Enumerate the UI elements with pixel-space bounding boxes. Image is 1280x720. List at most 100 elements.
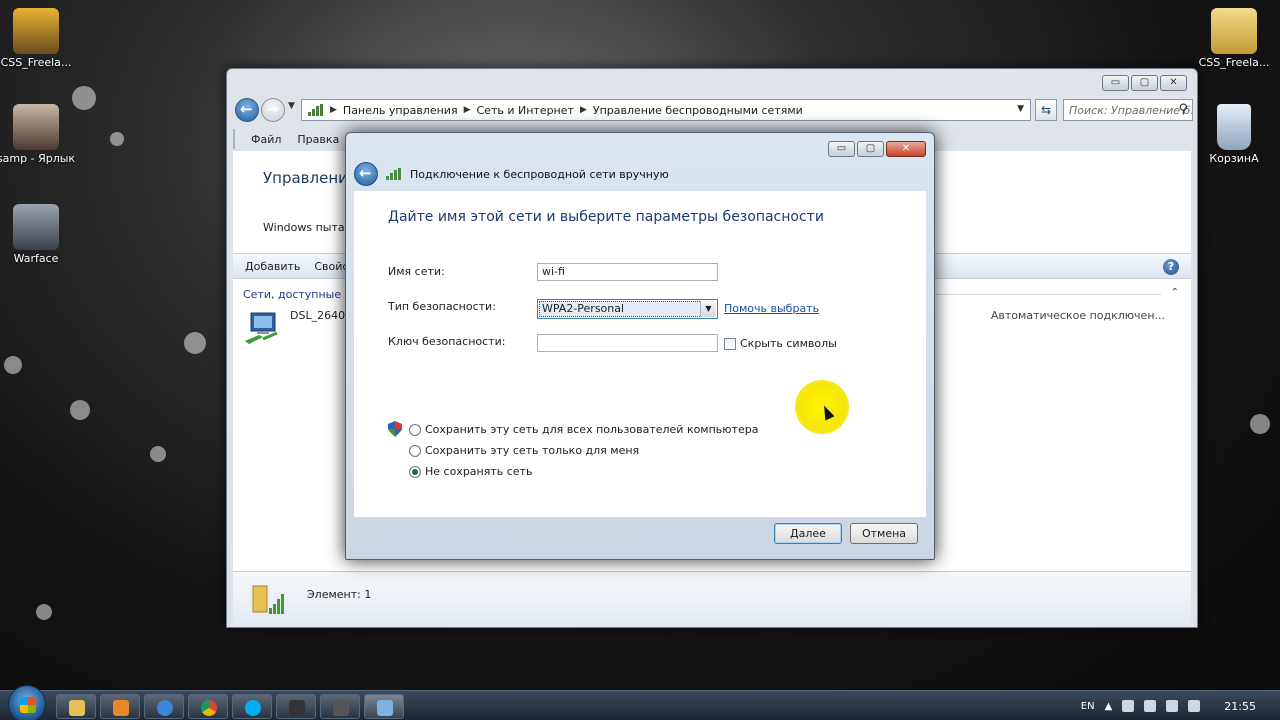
chevron-right-icon[interactable]: ▶ <box>580 105 587 115</box>
taskbar-explorer[interactable] <box>56 694 96 719</box>
volume-icon[interactable] <box>1166 700 1179 712</box>
save-for-me-only-radio[interactable]: Сохранить эту сеть только для меня <box>409 444 639 457</box>
help-icon[interactable]: ? <box>1163 259 1179 275</box>
security-key-label: Ключ безопасности: <box>388 335 506 348</box>
desktop-icon-recycle-bin[interactable]: КорзинА <box>1194 104 1274 165</box>
internet-explorer-icon <box>157 700 173 716</box>
maximize-button[interactable]: ▢ <box>1131 75 1158 91</box>
background-bokeh <box>1250 414 1270 434</box>
desktop-icon-css-1[interactable]: CSS_Freela... <box>0 8 76 69</box>
dialog-heading: Дайте имя этой сети и выберите параметры… <box>388 209 824 225</box>
css-game-icon <box>13 8 59 54</box>
taskbar: EN ▲ 21:55 <box>0 685 1280 720</box>
navigation-bar: ▼ ▶ Панель управления ▶ Сеть и Интернет … <box>233 95 1193 125</box>
breadcrumb-control-panel[interactable]: Панель управления <box>343 104 458 117</box>
flag-icon[interactable] <box>1144 700 1157 712</box>
desktop-icon-label: samp - Ярлык <box>0 152 76 165</box>
save-for-all-users-radio[interactable]: Сохранить эту сеть для всех пользователе… <box>409 423 758 436</box>
help-choose-link[interactable]: Помочь выбрать <box>724 302 819 315</box>
dialog-maximize-button[interactable]: ▢ <box>857 141 884 157</box>
chevron-up-icon[interactable]: ▲ <box>1105 701 1113 712</box>
menu-file[interactable]: Файл <box>251 133 281 146</box>
battery-icon[interactable] <box>1122 700 1135 712</box>
dialog-footer: Далее Отмена <box>354 515 926 551</box>
uac-shield-icon <box>388 421 402 437</box>
desktop-icon-samp[interactable]: samp - Ярлык <box>0 104 76 165</box>
chevron-right-icon[interactable]: ▶ <box>464 105 471 115</box>
background-bokeh <box>36 604 52 620</box>
security-key-input[interactable] <box>537 334 718 352</box>
radio-circle[interactable] <box>409 444 421 457</box>
dialog-title: Подключение к беспроводной сети вручную <box>410 167 669 181</box>
clock[interactable]: 21:55 <box>1224 700 1256 713</box>
dialog-back-button[interactable] <box>354 162 378 186</box>
samp-shortcut-icon <box>13 104 59 150</box>
desktop-icon-warface[interactable]: Warface <box>0 204 76 265</box>
taskbar-media-player[interactable] <box>100 694 140 719</box>
taskbar-skype[interactable] <box>232 694 272 719</box>
forward-button[interactable] <box>261 98 285 122</box>
properties-button[interactable]: Свойс <box>314 260 348 273</box>
desktop-icon-label: Warface <box>13 252 59 265</box>
breadcrumb-wireless-networks[interactable]: Управление беспроводными сетями <box>593 104 803 117</box>
back-button[interactable] <box>235 98 259 122</box>
do-not-save-radio[interactable]: Не сохранять сеть <box>409 465 532 478</box>
taskbar-chrome[interactable] <box>188 694 228 719</box>
background-bokeh <box>110 132 124 146</box>
next-button[interactable]: Далее <box>774 523 842 544</box>
hide-characters-label: Скрыть символы <box>740 337 837 350</box>
cancel-button[interactable]: Отмена <box>850 523 918 544</box>
wireless-network-icon <box>245 312 278 344</box>
radio-circle-selected[interactable] <box>409 465 421 478</box>
item-count: Элемент: 1 <box>307 588 372 601</box>
start-button[interactable] <box>8 685 46 720</box>
language-indicator[interactable]: EN <box>1081 701 1095 712</box>
skype-icon <box>245 700 261 716</box>
search-input[interactable]: Поиск: Управление б... ⚲ <box>1063 99 1193 121</box>
background-bokeh <box>150 446 166 462</box>
page-description: Windows пытает <box>263 221 358 234</box>
taskbar-internet-explorer[interactable] <box>144 694 184 719</box>
hide-characters-checkbox[interactable]: Скрыть символы <box>724 337 837 350</box>
network-name-input[interactable]: wi-fi <box>537 263 718 281</box>
control-panel-icon <box>377 700 393 716</box>
address-bar[interactable]: ▶ Панель управления ▶ Сеть и Интернет ▶ … <box>301 99 1031 121</box>
desktop-icon-css-2[interactable]: CSS_Freela... <box>1194 8 1274 69</box>
checkbox-box[interactable] <box>724 337 736 350</box>
radio-circle[interactable] <box>409 423 421 436</box>
taskbar-app-dark[interactable] <box>276 694 316 719</box>
dialog-caption-buttons: ▭ ▢ ✕ <box>828 141 926 157</box>
do-not-save-label: Не сохранять сеть <box>425 465 533 478</box>
background-bokeh <box>4 356 22 374</box>
dialog-close-button[interactable]: ✕ <box>886 141 926 157</box>
wireless-folder-icon <box>252 585 284 614</box>
minimize-button[interactable]: ▭ <box>1102 75 1129 91</box>
refresh-button[interactable]: ⇆ <box>1035 99 1057 121</box>
window-caption-buttons: ▭ ▢ ✕ <box>1102 75 1187 91</box>
dialog-minimize-button[interactable]: ▭ <box>828 141 855 157</box>
recent-pages-dropdown[interactable]: ▼ <box>288 101 295 111</box>
chrome-icon <box>201 700 217 716</box>
search-icon[interactable]: ⚲ <box>1178 102 1188 117</box>
network-icon[interactable] <box>1188 700 1201 712</box>
network-list-item[interactable]: DSL_2640N <box>290 309 353 322</box>
security-type-select[interactable]: WPA2-Personal ▼ <box>537 299 718 319</box>
breadcrumb-network-internet[interactable]: Сеть и Интернет <box>477 104 574 117</box>
dialog-header: Подключение к беспроводной сети вручную <box>354 161 926 187</box>
group-header: Сети, доступные дл <box>243 288 360 301</box>
taskbar-control-panel[interactable] <box>364 694 404 719</box>
menu-edit[interactable]: Правка <box>297 133 339 146</box>
details-pane: Элемент: 1 <box>233 571 1191 627</box>
chevron-down-icon[interactable]: ▼ <box>1017 104 1024 114</box>
wireless-signal-icon <box>386 168 402 180</box>
warface-game-icon <box>13 204 59 250</box>
add-button[interactable]: Добавить <box>245 260 300 273</box>
network-status: Автоматическое подключен... <box>990 309 1165 322</box>
chevron-up-icon[interactable]: ⌃ <box>1171 287 1179 298</box>
security-type-value: WPA2-Personal <box>539 301 716 317</box>
taskbar-app-game[interactable] <box>320 694 360 719</box>
background-bokeh <box>184 332 206 354</box>
close-button[interactable]: ✕ <box>1160 75 1187 91</box>
game-icon <box>333 700 349 716</box>
chevron-down-icon[interactable]: ▼ <box>700 301 716 317</box>
